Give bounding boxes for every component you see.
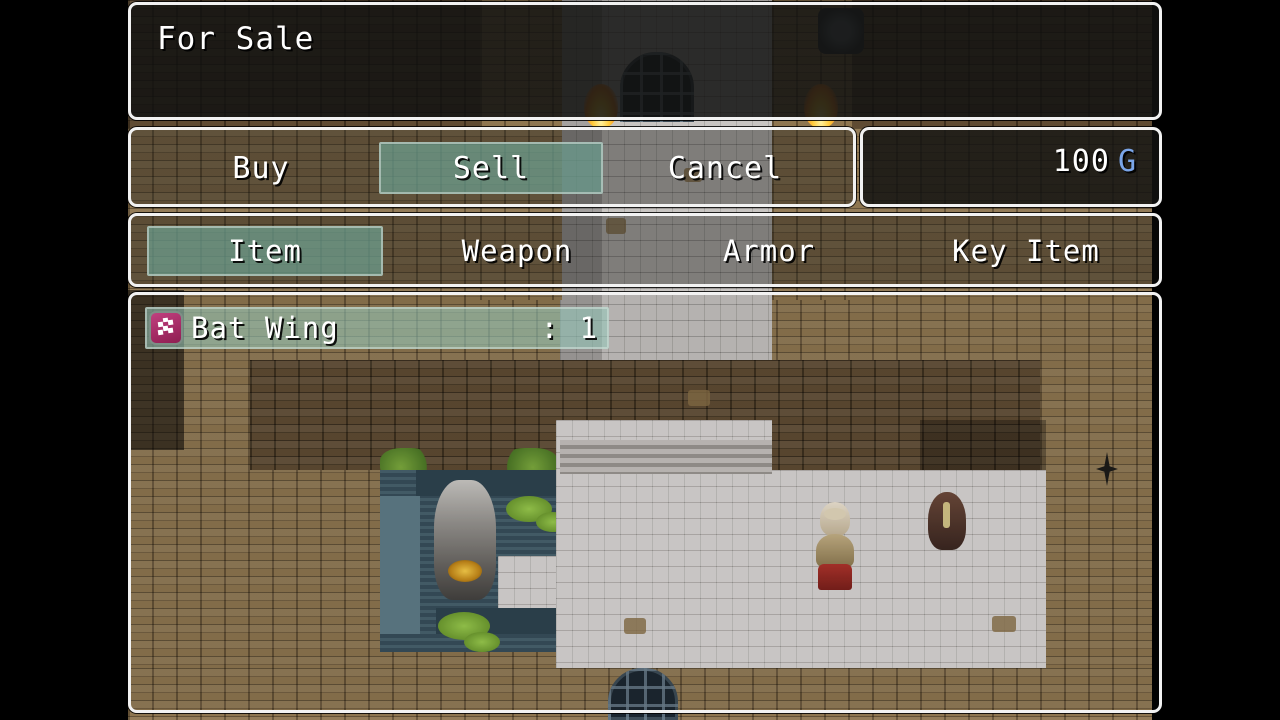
- gold-display: 100 G: [1053, 144, 1137, 179]
- help-window: For Sale: [128, 2, 1162, 120]
- item-quantity: : 1: [541, 311, 599, 345]
- item-quantity-separator: :: [540, 311, 561, 345]
- gold-window: 100 G: [860, 127, 1162, 207]
- item-quantity-value: 1: [579, 311, 599, 345]
- category-tab-item-label: Item: [228, 234, 302, 268]
- bat-wing-icon: [149, 311, 183, 345]
- gold-unit: G: [1117, 144, 1137, 179]
- help-text: For Sale: [157, 21, 315, 57]
- command-cancel-label: Cancel: [667, 150, 783, 186]
- shop-command-window: Buy Sell Cancel: [128, 127, 856, 207]
- category-tab-key-item-label: Key Item: [952, 234, 1100, 268]
- category-tab-armor[interactable]: Armor: [651, 226, 887, 276]
- category-tab-key-item[interactable]: Key Item: [903, 226, 1149, 276]
- item-name: Bat Wing: [191, 311, 339, 345]
- command-sell[interactable]: Sell: [379, 142, 603, 194]
- category-tab-item[interactable]: Item: [147, 226, 383, 276]
- gold-amount: 100: [1052, 144, 1110, 179]
- category-tab-armor-label: Armor: [722, 234, 816, 268]
- command-buy-label: Buy: [232, 150, 290, 186]
- category-tab-weapon-label: Weapon: [461, 234, 573, 268]
- sell-item-list-window[interactable]: Bat Wing : 1: [128, 292, 1162, 713]
- category-tab-weapon[interactable]: Weapon: [399, 226, 635, 276]
- game-screen: For Sale Buy Sell Cancel 100 G Item Weap…: [0, 0, 1280, 720]
- item-category-window: Item Weapon Armor Key Item: [128, 213, 1162, 287]
- command-row: Buy Sell Cancel: [131, 130, 853, 204]
- command-sell-label: Sell: [452, 150, 530, 186]
- list-item[interactable]: Bat Wing : 1: [145, 307, 609, 349]
- command-cancel[interactable]: Cancel: [609, 142, 841, 194]
- command-buy[interactable]: Buy: [149, 142, 373, 194]
